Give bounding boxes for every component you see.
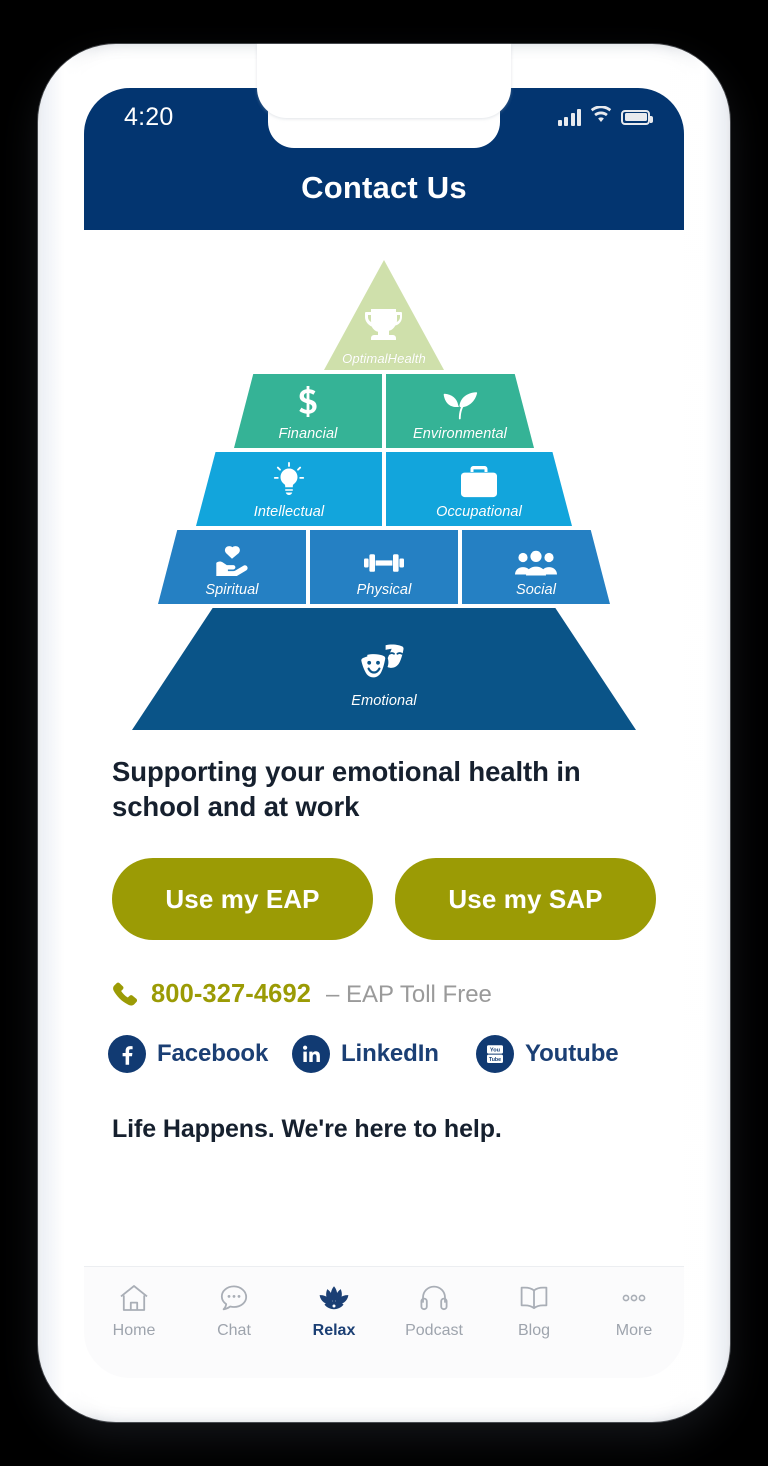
dollar-sign-icon [296,385,320,420]
svg-text:Tube: Tube [489,1057,501,1063]
house-icon [119,1281,149,1315]
people-group-icon [515,550,557,576]
social-link-label: Youtube [525,1040,619,1068]
linkedin-icon [292,1035,330,1074]
status-bar-icons [557,105,653,128]
bottom-navigation-bar: Home Chat Relax Podcast Blog More [84,1266,684,1378]
nav-item-label: Home [112,1322,156,1339]
ellipsis-icon [617,1281,651,1315]
pyramid-label: Physical [356,581,412,598]
phone-number-label: – EAP Toll Free [326,980,492,1008]
pyramid-cell-emotional[interactable]: Emotional [132,608,636,730]
phone-contact-row[interactable]: 800-327-4692 – EAP Toll Free [112,980,656,1009]
nav-item-more[interactable]: More [584,1281,684,1340]
screenshot-stage: 4:20 Contact Us OptimalHealth Financial … [0,0,768,1466]
nav-item-podcast[interactable]: Podcast [384,1281,484,1340]
theater-masks-icon [359,643,409,687]
nav-item-label: Blog [517,1322,551,1339]
briefcase-icon [460,465,498,498]
pyramid-cell-environmental[interactable]: Environmental [386,374,534,448]
phone-screen: 4:20 Contact Us OptimalHealth Financial … [84,88,684,1378]
pyramid-label: Environmental [413,425,507,442]
headline-text: Supporting your emotional health in scho… [112,756,581,823]
dumbbell-icon [364,550,404,576]
pyramid-tier-3: Intellectual Occupational [132,452,636,526]
open-book-icon [519,1281,549,1315]
nav-item-label: Relax [312,1322,356,1339]
wellness-pyramid: OptimalHealth Financial Environmental In… [84,230,684,734]
page-title: Contact Us [301,170,467,205]
app-header: Contact Us [84,146,684,230]
pyramid-label: Financial [278,425,338,442]
device-notch-housing [257,44,511,118]
pyramid-cell-spiritual[interactable]: Spiritual [158,530,306,604]
pyramid-cell-occupational[interactable]: Occupational [386,452,572,526]
use-my-sap-button[interactable]: Use my SAP [395,858,656,941]
nav-item-label: Podcast [405,1322,463,1339]
phone-number[interactable]: 800-327-4692 [151,980,311,1009]
pyramid-tier-1: OptimalHealth [132,260,636,370]
status-bar-time: 4:20 [124,102,174,131]
svg-text:You: You [490,1048,501,1054]
nav-item-label: More [615,1322,653,1339]
pyramid-label: Intellectual [253,503,325,520]
action-button-row: Use my EAP Use my SAP [112,858,656,941]
app-content: OptimalHealth Financial Environmental In… [84,230,684,1378]
pyramid-label: Emotional [351,692,417,709]
youtube-icon: You Tube [476,1035,514,1074]
social-link-label: Facebook [157,1040,269,1068]
pyramid-label: Occupational [436,503,522,520]
pyramid-label: Spiritual [205,581,259,598]
use-my-eap-button[interactable]: Use my EAP [112,858,373,941]
trophy-icon [364,307,404,345]
chat-bubble-icon [219,1281,249,1315]
social-links-row: Facebook LinkedIn You Tube Youtube [108,1035,660,1074]
heart-in-hand-icon [214,544,250,576]
phone-handset-icon [112,982,138,1008]
nav-item-label: Chat [217,1322,251,1339]
leaf-icon [442,388,478,420]
pyramid-label: OptimalHealth [342,351,426,366]
headphones-icon [419,1281,449,1315]
social-link-facebook[interactable]: Facebook [108,1035,292,1074]
pyramid-cell-intellectual[interactable]: Intellectual [196,452,382,526]
social-link-label: LinkedIn [341,1040,439,1068]
nav-item-relax[interactable]: Relax [284,1281,384,1340]
pyramid-cell-financial[interactable]: Financial [234,374,382,448]
pyramid-tier-5: Emotional [132,608,636,730]
lightbulb-icon [273,461,305,498]
social-link-linkedin[interactable]: LinkedIn [292,1035,476,1074]
battery-icon [621,109,653,125]
wifi-icon [590,105,612,128]
nav-item-blog[interactable]: Blog [484,1281,584,1340]
pyramid-tier-4: Spiritual Physical Social [132,530,636,604]
lotus-flower-icon [317,1281,351,1315]
pyramid-cell-physical[interactable]: Physical [310,530,458,604]
facebook-icon [108,1035,146,1074]
cellular-signal-icon [557,108,581,126]
pyramid-cell-optimal-health[interactable]: OptimalHealth [324,260,444,370]
social-link-youtube[interactable]: You Tube Youtube [476,1035,660,1074]
nav-item-home[interactable]: Home [84,1281,184,1340]
pyramid-cell-social[interactable]: Social [462,530,610,604]
nav-item-chat[interactable]: Chat [184,1281,284,1340]
pyramid-label: Social [515,581,557,598]
pyramid-tier-2: Financial Environmental [132,374,636,448]
footer-tagline: Life Happens. We're here to help. [112,1115,502,1144]
